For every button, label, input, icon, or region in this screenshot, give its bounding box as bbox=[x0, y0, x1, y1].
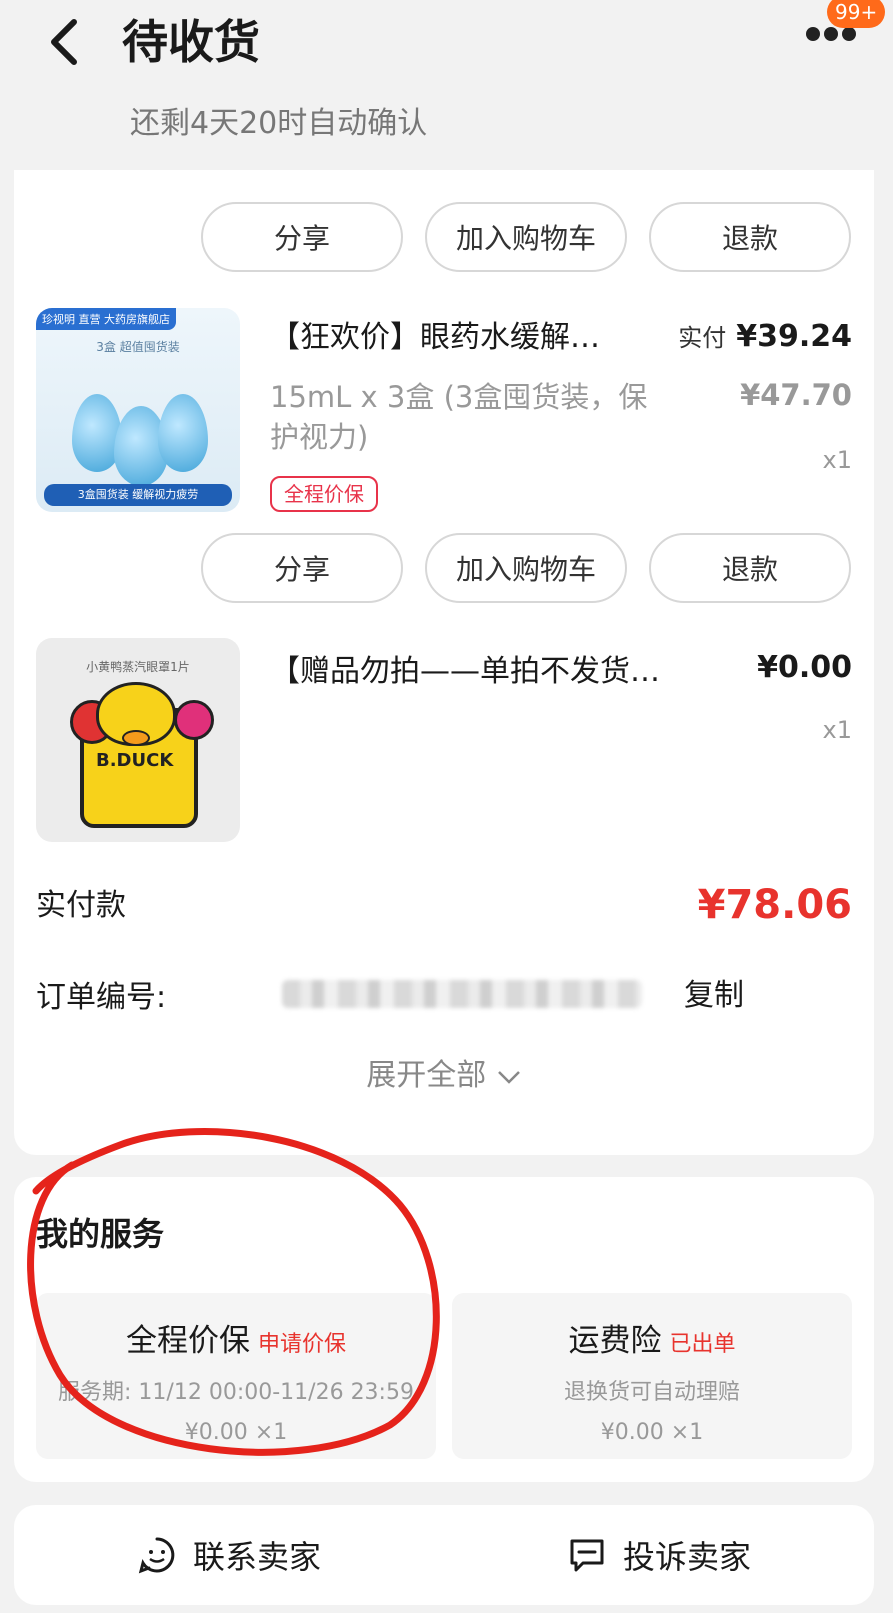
auto-confirm-countdown: 还剩4天20时自动确认 bbox=[130, 106, 428, 141]
product-image-duck-eye-mask[interactable]: 小黄鸭蒸汽眼罩1片 B.DUCK bbox=[36, 638, 240, 842]
original-price: ¥47.70 bbox=[740, 378, 852, 412]
paid-label: 实付 bbox=[678, 324, 727, 352]
back-arrow-icon[interactable] bbox=[40, 10, 90, 70]
quantity: x1 bbox=[822, 716, 852, 744]
smile-chat-icon bbox=[138, 1537, 175, 1574]
notification-badge: 99+ bbox=[827, 0, 886, 28]
quantity: x1 bbox=[822, 446, 852, 474]
bottom-action-bar: 联系卖家 投诉卖家 bbox=[14, 1505, 874, 1605]
share-button[interactable]: 分享 bbox=[201, 202, 403, 272]
apply-price-protection-link[interactable]: 申请价保 bbox=[258, 1332, 346, 1357]
gift-price-value: ¥0.00 bbox=[757, 650, 852, 685]
product-name[interactable]: 【狂欢价】眼药水缓解… bbox=[270, 312, 600, 356]
services-title: 我的服务 bbox=[36, 1215, 165, 1253]
product-spec: 15mL x 3盒 (3盒囤货装，保护视力) bbox=[270, 380, 648, 454]
share-button[interactable]: 分享 bbox=[201, 533, 403, 603]
service-desc: 退换货可自动理赔 bbox=[563, 1380, 740, 1405]
price-protection-tag: 全程价保 bbox=[270, 476, 378, 512]
service-name: 运费险 bbox=[568, 1323, 662, 1359]
service-price-protection[interactable]: 全程价保 申请价保 服务期: 11/12 00:00-11/26 23:59 ¥0… bbox=[36, 1293, 436, 1459]
bottle-shape bbox=[158, 394, 208, 472]
image-top-text: 3盒 超值囤货装 bbox=[96, 340, 180, 354]
paid-total-label: 实付款 bbox=[36, 888, 126, 923]
contact-seller-label: 联系卖家 bbox=[192, 1538, 321, 1576]
complain-seller-button[interactable]: 投诉卖家 bbox=[444, 1505, 874, 1605]
gift-price: ¥0.00 bbox=[757, 650, 852, 685]
header: 待收货 还剩4天20时自动确认 99+ bbox=[0, 0, 893, 178]
insurance-status: 已出单 bbox=[669, 1332, 736, 1357]
service-shipping-insurance[interactable]: 运费险 已出单 退换货可自动理赔 ¥0.00 ×1 bbox=[452, 1293, 852, 1459]
duck-logo-text: B.DUCK bbox=[96, 750, 174, 771]
add-to-cart-button[interactable]: 加入购物车 bbox=[425, 533, 627, 603]
my-services-card: 我的服务 全程价保 申请价保 服务期: 11/12 00:00-11/26 23:… bbox=[14, 1177, 874, 1482]
add-to-cart-button[interactable]: 加入购物车 bbox=[425, 202, 627, 272]
product-actions-row: 分享 加入购物车 退款 bbox=[201, 533, 851, 603]
paid-price: 实付 ¥39.24 bbox=[678, 318, 852, 354]
brand-tag: 珍视明 直营 大药房旗舰店 bbox=[36, 308, 176, 330]
more-dots-icon[interactable] bbox=[806, 26, 862, 46]
service-amount: ¥0.00 ×1 bbox=[600, 1420, 704, 1445]
order-card: 分享 加入购物车 退款 珍视明 直营 大药房旗舰店 3盒 超值囤货装 3盒囤货装… bbox=[14, 170, 874, 1155]
chevron-down-icon bbox=[497, 1070, 520, 1084]
copy-button[interactable]: 复制 bbox=[684, 970, 744, 1014]
image-top-text: 小黄鸭蒸汽眼罩1片 bbox=[86, 660, 190, 674]
complain-seller-label: 投诉卖家 bbox=[622, 1538, 751, 1576]
service-period: 服务期: 11/12 00:00-11/26 23:59 bbox=[58, 1380, 414, 1405]
refund-button[interactable]: 退款 bbox=[649, 202, 851, 272]
complaint-icon bbox=[570, 1539, 604, 1572]
product-name[interactable]: 【赠品勿拍——单拍不发货… bbox=[270, 646, 660, 690]
expand-all-label: 展开全部 bbox=[366, 1058, 487, 1093]
product-actions-row: 分享 加入购物车 退款 bbox=[201, 202, 851, 272]
contact-seller-button[interactable]: 联系卖家 bbox=[14, 1505, 444, 1605]
paid-total: ¥78.06 bbox=[697, 882, 852, 928]
product-image-eyedrops[interactable]: 珍视明 直营 大药房旗舰店 3盒 超值囤货装 3盒囤货装 缓解视力疲劳 bbox=[36, 308, 240, 512]
paid-value: ¥39.24 bbox=[736, 319, 852, 354]
page-title: 待收货 bbox=[122, 15, 260, 69]
service-name: 全程价保 bbox=[125, 1323, 250, 1359]
expand-all-button[interactable]: 展开全部 bbox=[14, 1050, 874, 1094]
order-number-label: 订单编号: bbox=[36, 980, 167, 1015]
service-amount: ¥0.00 ×1 bbox=[184, 1420, 288, 1445]
pink-character bbox=[174, 700, 214, 740]
image-bottom-text: 3盒囤货装 缓解视力疲劳 bbox=[44, 484, 232, 506]
refund-button[interactable]: 退款 bbox=[649, 533, 851, 603]
order-number-redacted bbox=[282, 980, 642, 1008]
duck-bill bbox=[122, 730, 150, 746]
